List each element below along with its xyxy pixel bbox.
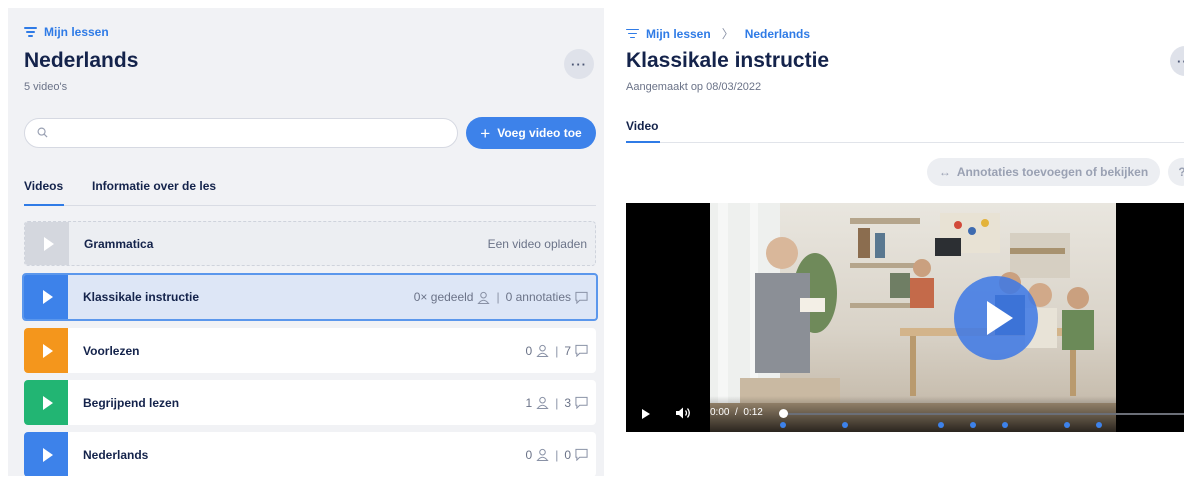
list-item[interactable]: Grammatica Een video opladen	[24, 221, 596, 266]
help-button[interactable]: ?	[1168, 158, 1184, 186]
divider: |	[555, 447, 559, 462]
time-total: 0:12	[743, 407, 763, 418]
video-thumbnail	[25, 222, 69, 265]
video-title: Nederlands	[83, 447, 149, 462]
video-title: Begrijpend lezen	[83, 395, 180, 410]
share-count: 0	[525, 447, 533, 462]
time-current: 0:00	[710, 407, 730, 418]
more-options-button[interactable]: ···	[1170, 46, 1184, 76]
video-stats: 0× gedeeld | 0 annotaties	[414, 290, 588, 304]
video-stats: 0 | 7	[526, 344, 589, 358]
time-separator: /	[735, 407, 738, 418]
tab-lesson-info[interactable]: Informatie over de les	[92, 179, 216, 193]
video-player[interactable]: 0:00 / 0:12	[626, 203, 1184, 432]
divider: |	[496, 290, 500, 304]
video-detail-panel: Mijn lessen 〉 Nederlands Klassikale inst…	[626, 0, 1184, 479]
lesson-tabs: Videos Informatie over de les	[24, 176, 596, 206]
share-count: 0	[525, 343, 533, 358]
search-input[interactable]	[24, 118, 458, 148]
play-icon	[42, 290, 53, 304]
video-tabs: Video	[626, 116, 1184, 143]
breadcrumb: Mijn lessen 〉 Nederlands	[626, 25, 810, 42]
page-title: Nederlands	[24, 49, 139, 72]
app: Mijn lessen Nederlands 5 video's ··· + V…	[0, 0, 1184, 479]
annotations-button[interactable]: ↔ Annotaties toevoegen of bekijken	[927, 158, 1160, 186]
comment-icon	[575, 291, 588, 304]
video-count: 5 video's	[24, 81, 68, 93]
list-item[interactable]: Nederlands 0 | 0	[24, 432, 596, 476]
video-title: Klassikale instructie	[83, 290, 200, 304]
annotation-marker[interactable]	[780, 422, 786, 428]
breadcrumb-my-lessons[interactable]: Mijn lessen	[44, 25, 109, 39]
lesson-panel: Mijn lessen Nederlands 5 video's ··· + V…	[8, 8, 604, 476]
person-icon	[536, 448, 549, 461]
filter-icon	[626, 28, 639, 39]
annotations-button-label: Annotaties toevoegen of bekijken	[956, 165, 1149, 179]
person-icon	[536, 396, 549, 409]
filter-icon	[24, 27, 37, 37]
more-options-button[interactable]: ···	[564, 49, 594, 79]
breadcrumb-lesson[interactable]: Nederlands	[745, 27, 810, 41]
play-icon	[43, 236, 54, 251]
annotation-marker[interactable]	[1096, 422, 1102, 428]
list-item[interactable]: Voorlezen 0 | 7	[24, 328, 596, 373]
divider: |	[555, 343, 559, 358]
play-icon	[42, 343, 53, 358]
volume-icon[interactable]	[675, 406, 691, 420]
video-thumbnail	[24, 328, 68, 373]
video-thumbnail	[24, 275, 68, 319]
video-title: Grammatica	[84, 236, 154, 251]
add-video-button[interactable]: + Voeg video toe	[466, 117, 596, 149]
video-stats: 1 | 3	[526, 396, 589, 410]
annotation-marker[interactable]	[938, 422, 944, 428]
comment-icon	[575, 448, 588, 461]
arrows-horizontal-icon: ↔	[938, 165, 951, 179]
play-icon	[42, 447, 53, 462]
play-icon	[986, 301, 1013, 335]
person-icon	[536, 344, 549, 357]
play-icon[interactable]	[642, 409, 650, 419]
video-thumbnail	[24, 380, 68, 425]
annotation-marker[interactable]	[1002, 422, 1008, 428]
play-overlay-button[interactable]	[954, 276, 1038, 360]
breadcrumb-my-lessons[interactable]: Mijn lessen	[646, 27, 711, 41]
annotation-count: 0 annotaties	[505, 290, 571, 304]
comment-icon	[575, 344, 588, 357]
time-display: 0:00 / 0:12	[710, 407, 763, 418]
chevron-right-icon: 〉	[721, 27, 734, 41]
progress-handle[interactable]	[779, 409, 788, 418]
progress-track[interactable]	[783, 413, 1184, 415]
annotation-marker[interactable]	[1064, 422, 1070, 428]
comment-icon	[575, 396, 588, 409]
share-count: 1	[525, 395, 533, 410]
add-video-label: Voeg video toe	[497, 126, 582, 140]
annotation-count: 0	[564, 447, 571, 462]
active-tab-indicator	[626, 141, 660, 143]
annotation-marker[interactable]	[842, 422, 848, 428]
plus-icon: +	[480, 123, 491, 143]
created-date: Aangemaakt op 08/03/2022	[626, 81, 762, 93]
person-icon	[477, 291, 491, 304]
search-icon	[37, 127, 48, 138]
upload-video-link[interactable]: Een video opladen	[488, 237, 587, 251]
active-tab-indicator	[24, 204, 64, 206]
video-thumbnail	[24, 432, 68, 476]
share-count: 0× gedeeld	[413, 290, 474, 304]
annotation-count: 7	[564, 343, 571, 358]
tab-video[interactable]: Video	[626, 119, 658, 133]
player-controls: 0:00 / 0:12	[626, 396, 1184, 432]
annotation-count: 3	[564, 395, 571, 410]
list-item[interactable]: Begrijpend lezen 1 | 3	[24, 380, 596, 425]
play-icon	[42, 395, 53, 410]
breadcrumb[interactable]: Mijn lessen	[24, 25, 109, 39]
video-title: Voorlezen	[83, 343, 140, 358]
divider: |	[555, 395, 559, 410]
tab-videos[interactable]: Videos	[24, 179, 63, 193]
annotation-marker[interactable]	[970, 422, 976, 428]
video-stats: 0 | 0	[526, 448, 589, 462]
list-item[interactable]: Klassikale instructie 0× gedeeld | 0 ann…	[22, 273, 598, 321]
page-title: Klassikale instructie	[626, 49, 830, 72]
